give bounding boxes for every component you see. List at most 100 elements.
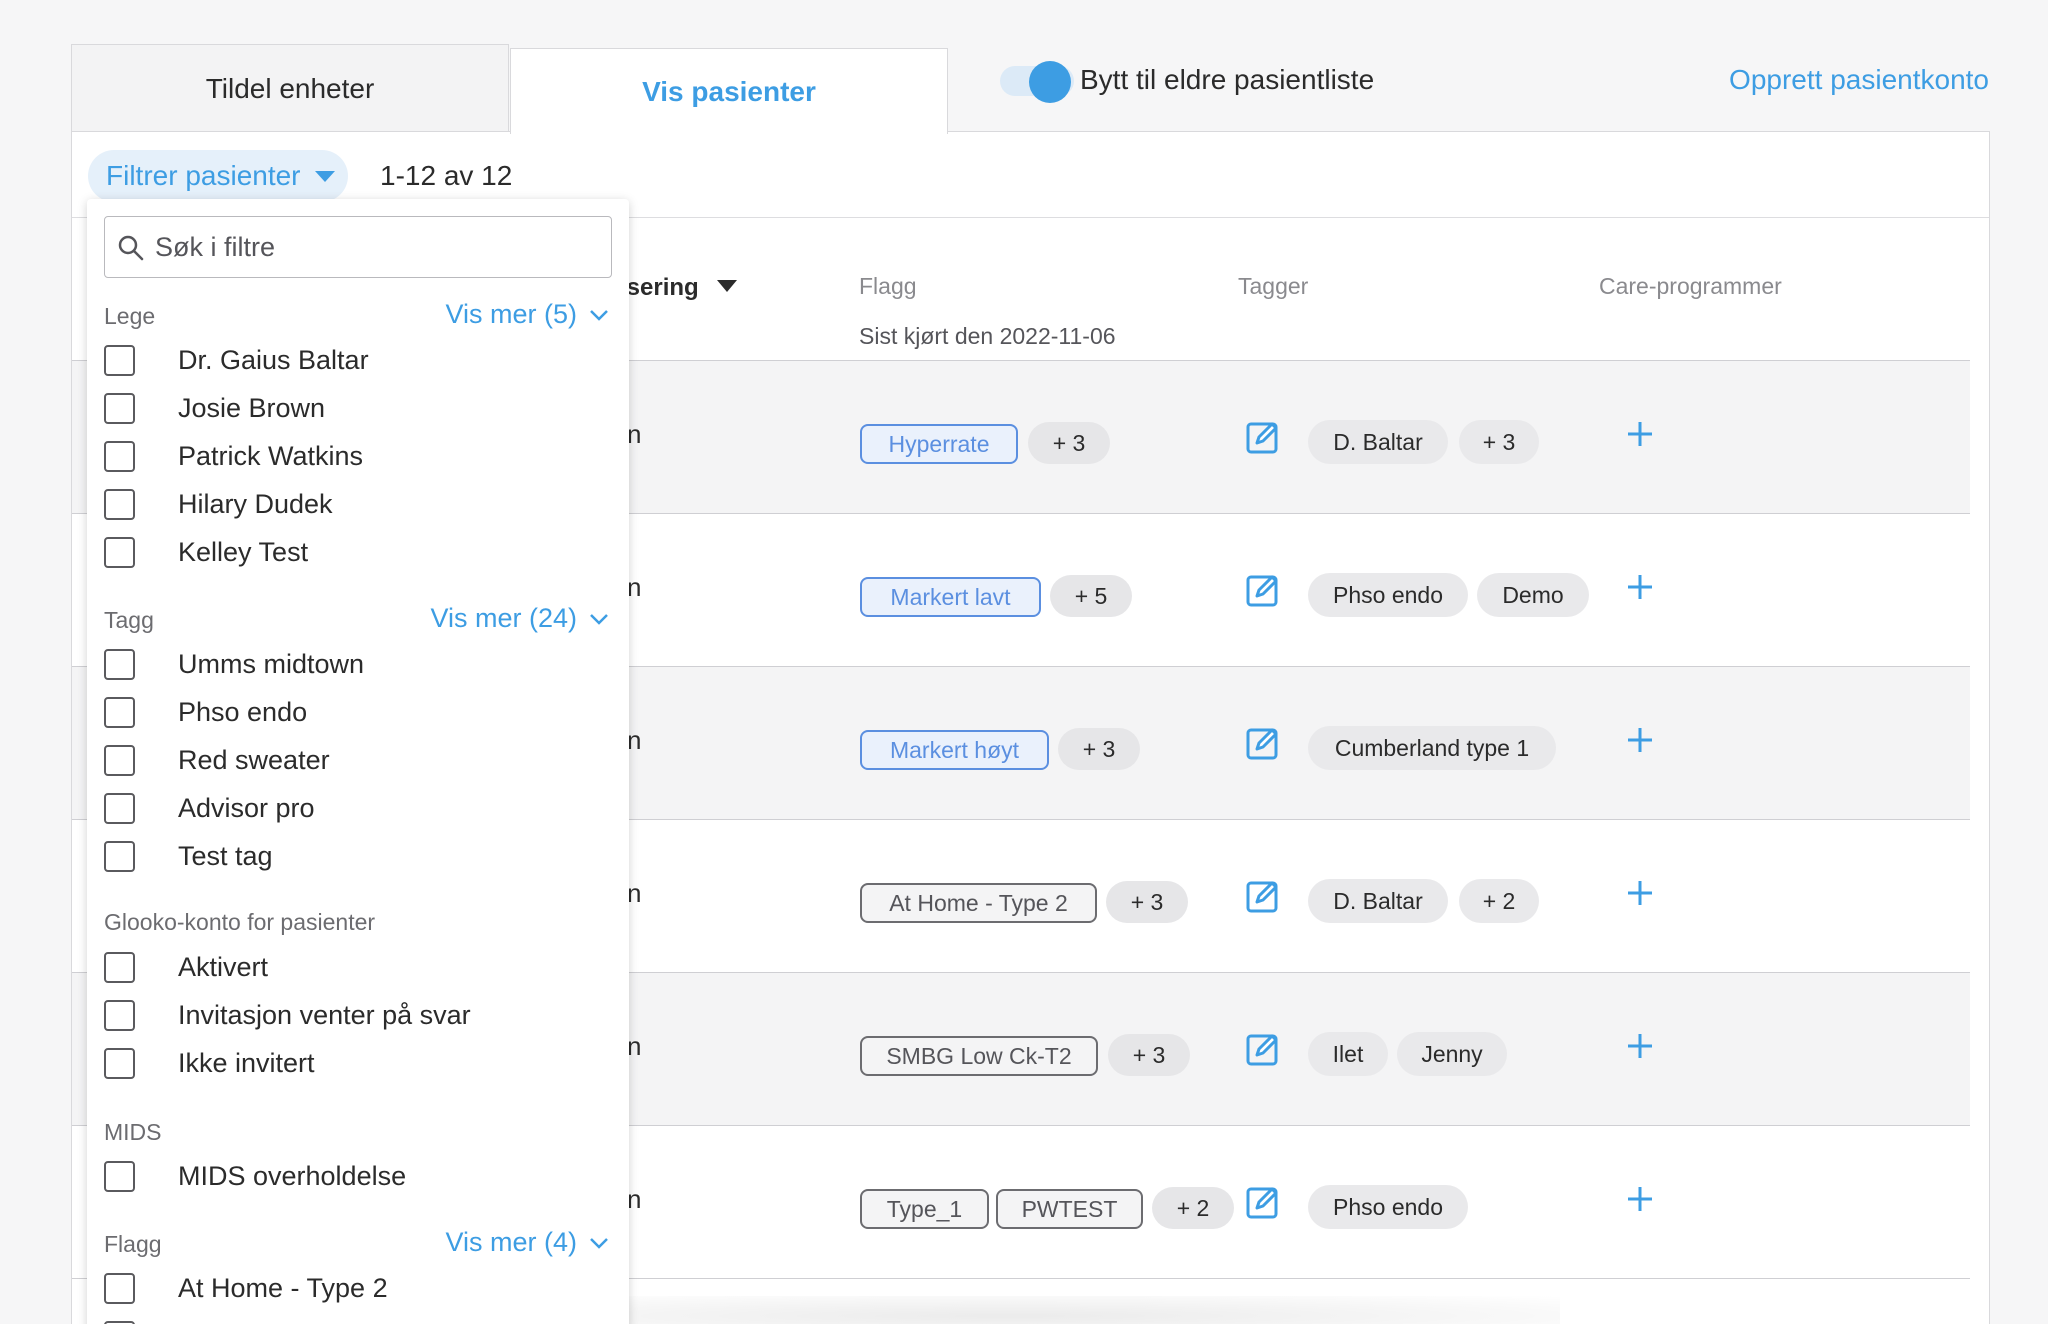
- filter-option[interactable]: Kelley Test: [104, 535, 308, 569]
- checkbox[interactable]: [104, 1160, 135, 1192]
- show-more-lege[interactable]: Vis mer (5): [445, 299, 609, 330]
- flag-pill: Hyperrate: [860, 424, 1018, 464]
- show-more-tagg[interactable]: Vis mer (24): [430, 603, 609, 634]
- filter-option[interactable]: Test tag: [104, 839, 273, 873]
- option-label: Patrick Watkins: [178, 440, 364, 471]
- edit-icon[interactable]: [1245, 725, 1281, 761]
- add-care-program-icon[interactable]: [1625, 572, 1655, 602]
- flag-more-pill[interactable]: + 5: [1050, 575, 1132, 617]
- flag-pill: PWTEST: [996, 1189, 1143, 1229]
- filter-search-input[interactable]: [155, 229, 595, 265]
- show-more-label: Vis mer (24): [430, 603, 577, 633]
- tag-pill: D. Baltar: [1308, 420, 1448, 464]
- filter-option[interactable]: [104, 1319, 135, 1324]
- filter-patients-button[interactable]: Filtrer pasienter: [88, 150, 348, 202]
- checkbox[interactable]: [104, 392, 135, 424]
- filter-option[interactable]: Josie Brown: [104, 391, 325, 425]
- tag-pill: Demo: [1477, 573, 1589, 617]
- edit-icon[interactable]: [1245, 419, 1281, 455]
- option-label: Josie Brown: [178, 392, 326, 423]
- chevron-down-icon: [590, 1237, 608, 1249]
- tag-more-pill[interactable]: + 2: [1459, 879, 1539, 923]
- flag-more-pill[interactable]: + 3: [1106, 881, 1188, 923]
- checkbox[interactable]: [104, 1047, 135, 1079]
- row-name-fragment: n: [627, 572, 642, 602]
- flag-more-pill[interactable]: + 3: [1028, 422, 1110, 464]
- edit-icon[interactable]: [1245, 1031, 1281, 1067]
- checkbox[interactable]: [104, 440, 135, 472]
- tag-pill: D. Baltar: [1308, 879, 1448, 923]
- tag-pill: Phso endo: [1308, 573, 1468, 617]
- tag-pill: Jenny: [1397, 1032, 1507, 1076]
- checkbox[interactable]: [104, 1272, 135, 1304]
- filter-option[interactable]: Dr. Gaius Baltar: [104, 343, 369, 377]
- row-name-fragment: n: [627, 878, 642, 908]
- row-name-fragment: n: [627, 1184, 642, 1214]
- flag-pill: Type_1: [860, 1189, 989, 1229]
- flag-more-pill[interactable]: + 3: [1058, 728, 1140, 770]
- add-care-program-icon[interactable]: [1625, 419, 1655, 449]
- flag-more-pill[interactable]: + 3: [1108, 1034, 1190, 1076]
- filter-option[interactable]: Umms midtown: [104, 647, 364, 681]
- tag-pill: Cumberland type 1: [1308, 726, 1556, 770]
- option-label: Hilary Dudek: [178, 488, 333, 519]
- toggle-knob[interactable]: [1029, 61, 1071, 103]
- option-label: Red sweater: [178, 744, 330, 775]
- checkbox[interactable]: [104, 744, 135, 776]
- flag-pill: Markert lavt: [860, 577, 1041, 617]
- column-header-sort[interactable]: isering: [620, 274, 699, 302]
- checkbox[interactable]: [104, 344, 135, 376]
- filter-option[interactable]: MIDS overholdelse: [104, 1159, 406, 1193]
- sort-caret-icon[interactable]: [717, 280, 737, 292]
- option-label: Dr. Gaius Baltar: [178, 344, 369, 375]
- option-label: Phso endo: [178, 696, 308, 727]
- checkbox[interactable]: [104, 648, 135, 680]
- checkbox[interactable]: [104, 792, 135, 824]
- tag-pill: Phso endo: [1308, 1185, 1468, 1229]
- add-care-program-icon[interactable]: [1625, 1184, 1655, 1214]
- tag-more-pill[interactable]: + 3: [1459, 420, 1539, 464]
- filter-option[interactable]: Patrick Watkins: [104, 439, 363, 473]
- add-care-program-icon[interactable]: [1625, 878, 1655, 908]
- section-title-tagg: Tagg: [104, 607, 154, 633]
- filter-option[interactable]: Phso endo: [104, 695, 307, 729]
- section-title-lege: Lege: [104, 303, 156, 329]
- flag-pill: Markert høyt: [860, 730, 1049, 770]
- checkbox[interactable]: [104, 999, 135, 1031]
- add-care-program-icon[interactable]: [1625, 725, 1655, 755]
- checkbox[interactable]: [104, 840, 135, 872]
- checkbox[interactable]: [104, 1320, 135, 1324]
- filter-option[interactable]: At Home - Type 2: [104, 1271, 388, 1305]
- section-title-glooko-account: Glooko-konto for pasienter: [104, 909, 376, 935]
- filter-option[interactable]: Ikke invitert: [104, 1046, 315, 1080]
- checkbox[interactable]: [104, 696, 135, 728]
- create-patient-account-link[interactable]: Opprett pasientkonto: [1729, 64, 1989, 96]
- checkbox[interactable]: [104, 536, 135, 568]
- edit-icon[interactable]: [1245, 878, 1281, 914]
- checkbox[interactable]: [104, 488, 135, 520]
- option-label: Advisor pro: [178, 792, 315, 823]
- tab-vis-pasienter[interactable]: Vis pasienter: [510, 48, 948, 134]
- flag-more-pill[interactable]: + 2: [1152, 1187, 1234, 1229]
- tab-label: Tildel enheter: [205, 72, 375, 104]
- option-label: Test tag: [178, 840, 273, 871]
- show-more-flagg[interactable]: Vis mer (4): [445, 1227, 609, 1258]
- option-label: At Home - Type 2: [178, 1272, 388, 1303]
- filter-option[interactable]: Hilary Dudek: [104, 487, 333, 521]
- filter-option[interactable]: Aktivert: [104, 950, 268, 984]
- add-care-program-icon[interactable]: [1625, 1031, 1655, 1061]
- tab-tildel-enheter[interactable]: Tildel enheter: [71, 44, 509, 132]
- filter-option[interactable]: Invitasjon venter på svar: [104, 998, 471, 1032]
- row-name-fragment: n: [627, 725, 642, 755]
- search-icon: [118, 235, 144, 261]
- column-header-flags: Flagg: [859, 273, 917, 299]
- flag-pill: SMBG Low Ck-T2: [860, 1036, 1098, 1076]
- filter-option[interactable]: Advisor pro: [104, 791, 315, 825]
- edit-icon[interactable]: [1245, 572, 1281, 608]
- checkbox[interactable]: [104, 951, 135, 983]
- filter-option[interactable]: Red sweater: [104, 743, 330, 777]
- filter-search-box[interactable]: [104, 216, 612, 278]
- edit-icon[interactable]: [1245, 1184, 1281, 1220]
- option-label: MIDS overholdelse: [178, 1160, 407, 1191]
- filter-button-label: Filtrer pasienter: [106, 160, 301, 191]
